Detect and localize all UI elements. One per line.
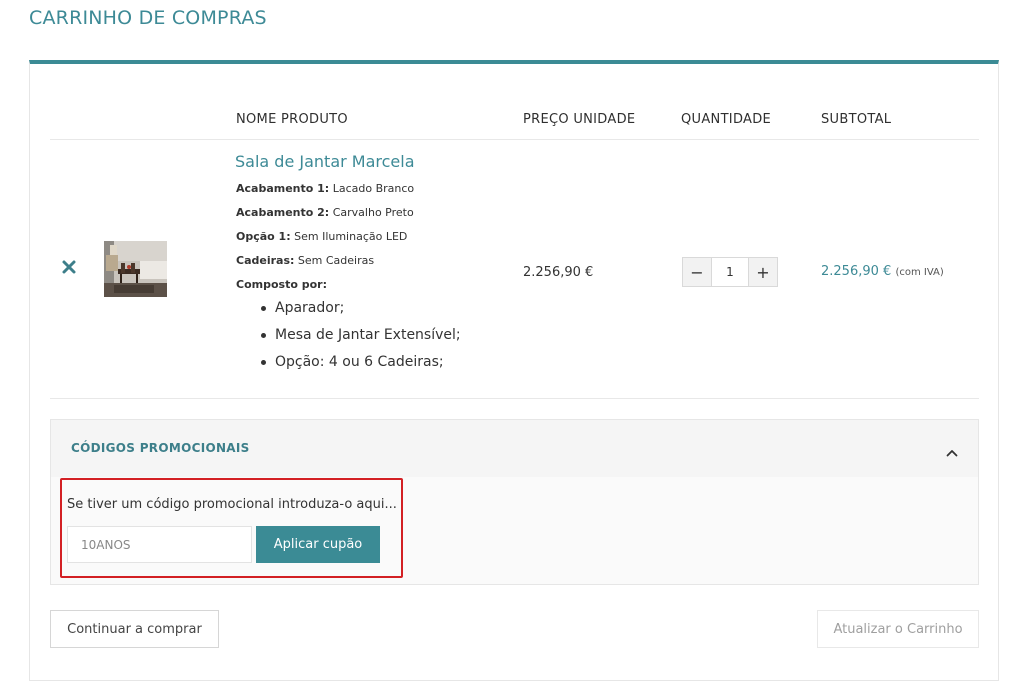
continue-shopping-button[interactable]: Continuar a comprar (50, 610, 219, 648)
header-quantity: QUANTIDADE (681, 112, 772, 127)
promo-code-input[interactable] (67, 526, 252, 563)
line-subtotal: 2.256,90 € (com IVA) (821, 264, 944, 279)
quantity-input[interactable] (712, 258, 748, 286)
product-name-link[interactable]: Sala de Jantar Marcela (235, 152, 415, 171)
page-title: CARRINHO DE COMPRAS (29, 7, 267, 29)
composition-list: Aparador; Mesa de Jantar Extensível; Opç… (258, 297, 461, 378)
vat-note: (com IVA) (895, 267, 944, 278)
unit-price: 2.256,90 € (523, 265, 594, 280)
product-thumbnail[interactable] (104, 241, 167, 297)
promo-code-title: CÓDIGOS PROMOCIONAIS (71, 441, 250, 455)
update-cart-button[interactable]: Atualizar o Carrinho (817, 610, 979, 648)
header-unit-price: PREÇO UNIDADE (523, 112, 636, 127)
table-divider (50, 139, 979, 140)
apply-coupon-button[interactable]: Aplicar cupão (256, 526, 380, 563)
list-item: Mesa de Jantar Extensível; (258, 324, 461, 351)
promo-code-section: CÓDIGOS PROMOCIONAIS Se tiver um código … (50, 419, 979, 585)
attribute-finish-1: Acabamento 1: Lacado Branco (236, 182, 415, 195)
attribute-chairs: Cadeiras: Sem Cadeiras (236, 254, 375, 267)
remove-item-icon[interactable] (61, 259, 77, 275)
promo-code-hint: Se tiver um código promocional introduza… (67, 497, 397, 512)
quantity-stepper: − + (682, 257, 778, 287)
attribute-option-1: Opção 1: Sem Iluminação LED (236, 230, 408, 243)
quantity-increase-button[interactable]: + (748, 258, 777, 286)
composition-label: Composto por: (236, 278, 327, 291)
promo-code-toggle[interactable]: CÓDIGOS PROMOCIONAIS (51, 420, 978, 477)
chevron-up-icon[interactable] (946, 443, 958, 457)
list-item: Aparador; (258, 297, 461, 324)
header-product-name: NOME PRODUTO (236, 112, 348, 127)
header-subtotal: SUBTOTAL (821, 112, 892, 127)
table-divider (50, 398, 979, 399)
quantity-decrease-button[interactable]: − (683, 258, 712, 286)
list-item: Opção: 4 ou 6 Cadeiras; (258, 351, 461, 378)
attribute-finish-2: Acabamento 2: Carvalho Preto (236, 206, 414, 219)
cart-panel: NOME PRODUTO PREÇO UNIDADE QUANTIDADE SU… (29, 60, 999, 681)
